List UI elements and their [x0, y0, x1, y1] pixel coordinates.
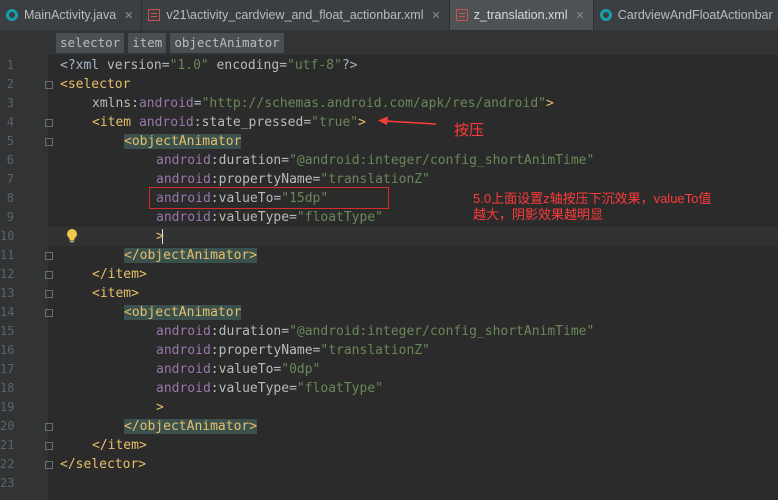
- line-number: 22: [0, 457, 15, 471]
- code-line-20: </objectAnimator>: [124, 419, 258, 434]
- fold-marker-icon[interactable]: [45, 271, 53, 279]
- pressed-annotation: 按压: [454, 122, 485, 139]
- code-line-4: <item android:state_pressed="true">: [92, 115, 366, 130]
- line-number: 4: [6, 115, 14, 129]
- line-number: 5: [6, 134, 14, 148]
- line-number: 23: [0, 476, 15, 490]
- code-line-2: <selector: [60, 77, 131, 92]
- line-number: 10: [0, 229, 15, 243]
- line-number: 8: [6, 191, 14, 205]
- line-number: 16: [0, 343, 15, 357]
- fold-marker-icon[interactable]: [45, 309, 53, 317]
- line-number: 9: [6, 210, 14, 224]
- value-to-highlight-box: [149, 187, 389, 209]
- close-icon[interactable]: ✕: [576, 9, 585, 22]
- tab-2[interactable]: v21\activity_cardview_and_float_actionba…: [142, 0, 450, 30]
- line-number: 11: [0, 248, 15, 262]
- line-number: 1: [6, 58, 14, 72]
- breadcrumb-selector[interactable]: selector: [56, 33, 125, 53]
- code-line-9: android:valueType="floatType": [156, 210, 383, 225]
- text-cursor: [162, 229, 163, 244]
- lightbulb-icon[interactable]: [66, 228, 78, 244]
- translationz-note: 5.0上面设置z轴按压下沉效果，valueTo值 越大，阴影效果越明显: [473, 191, 711, 223]
- tab-3[interactable]: z_translation.xml ✕: [449, 0, 594, 30]
- breadcrumb: selector item objectAnimator: [0, 31, 778, 55]
- tab-label: MainActivity.java: [24, 8, 117, 22]
- line-number: 21: [0, 438, 15, 452]
- line-number: 3: [6, 96, 14, 110]
- tab-label: CardviewAndFloatActionbar: [617, 8, 773, 22]
- line-number-gutter: 1 2 3 4 5 6 7 8 9 10 11 12 13 14 15 16 17 18 19 20 21 22 23: [0, 55, 53, 500]
- code-line-11: </objectAnimator>: [124, 248, 258, 263]
- java-class-icon: [6, 9, 18, 21]
- close-icon[interactable]: ✕: [431, 9, 440, 22]
- xml-file-icon: [455, 9, 468, 21]
- code-line-16: android:propertyName="translationZ": [156, 343, 430, 358]
- line-number: 13: [0, 286, 15, 300]
- line-number: 15: [0, 324, 15, 338]
- code-line-12: </item>: [92, 267, 147, 282]
- code-line-22: </selector>: [60, 457, 147, 472]
- fold-marker-icon[interactable]: [45, 252, 53, 260]
- note-line-2: 越大，阴影效果越明显: [473, 207, 604, 222]
- code-line-13: <item>: [92, 286, 139, 301]
- fold-marker-icon[interactable]: [45, 138, 53, 146]
- fold-marker-icon[interactable]: [45, 442, 53, 450]
- line-number: 18: [0, 381, 15, 395]
- line-number: 7: [6, 172, 14, 186]
- line-number: 20: [0, 419, 15, 433]
- tab-1[interactable]: MainActivity.java ✕: [0, 0, 143, 30]
- line-number: 19: [0, 400, 15, 414]
- fold-marker-icon[interactable]: [45, 119, 53, 127]
- line-number: 12: [0, 267, 15, 281]
- java-class-icon: [599, 9, 612, 21]
- code-line-19: >: [156, 400, 164, 415]
- code-line-21: </item>: [92, 438, 147, 453]
- breadcrumb-item[interactable]: item: [128, 33, 167, 53]
- code-line-6: android:duration="@android:integer/confi…: [156, 153, 595, 168]
- tab-label: v21\activity_cardview_and_float_actionba…: [166, 8, 424, 22]
- code-line-18: android:valueType="floatType": [156, 381, 383, 396]
- fold-marker-icon[interactable]: [45, 461, 53, 469]
- code-line-14: <objectAnimator: [124, 305, 242, 320]
- editor-tab-bar: MainActivity.java ✕ v21\activity_cardview_…: [0, 0, 778, 31]
- note-line-1: 5.0上面设置z轴按压下沉效果，valueTo值: [473, 191, 712, 206]
- line-number: 6: [6, 153, 14, 167]
- line-number: 17: [0, 362, 15, 376]
- arrow-left-icon: [378, 116, 437, 125]
- code-line-15: android:duration="@android:integer/confi…: [156, 324, 595, 339]
- line-number: 14: [0, 305, 15, 319]
- line-number: 2: [6, 77, 14, 91]
- close-icon[interactable]: ✕: [124, 9, 133, 22]
- fold-marker-icon[interactable]: [45, 423, 53, 431]
- fold-marker-icon[interactable]: [45, 81, 53, 89]
- code-line-1: <?xml version="1.0" encoding="utf-8"?>: [60, 58, 358, 73]
- code-line-5: <objectAnimator: [124, 134, 242, 149]
- tab-4[interactable]: CardviewAndFloatActionbar: [594, 0, 778, 30]
- tab-label: z_translation.xml: [473, 8, 568, 22]
- fold-marker-icon[interactable]: [45, 290, 53, 298]
- breadcrumb-objectanimator[interactable]: objectAnimator: [170, 33, 284, 53]
- xml-file-icon: [148, 9, 161, 21]
- code-line-3: xmlns:android="http://schemas.android.co…: [92, 96, 554, 111]
- code-line-17: android:valueTo="0dp": [156, 362, 321, 377]
